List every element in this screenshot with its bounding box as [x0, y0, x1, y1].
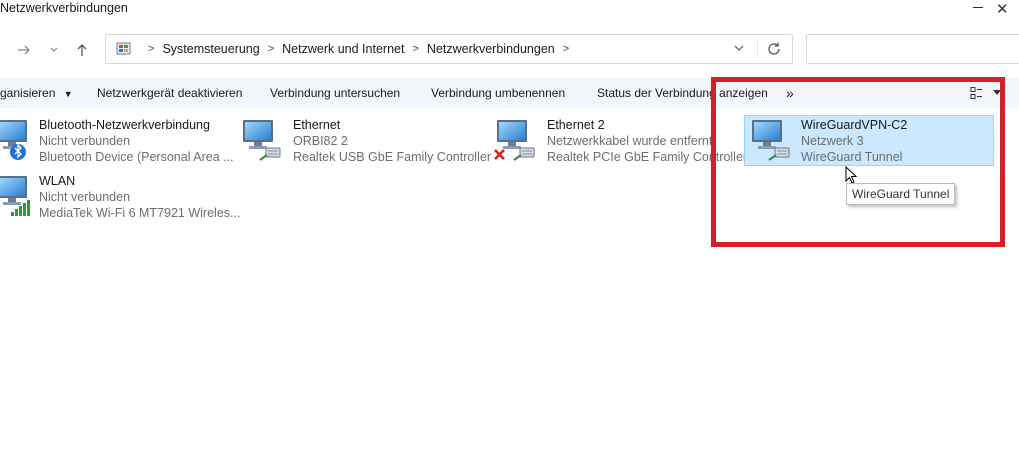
search-input[interactable] [806, 34, 1019, 64]
connection-name: Bluetooth-Netzwerkverbindung [39, 118, 210, 132]
highlight-annotation-box [711, 77, 1005, 247]
network-connection-icon [243, 120, 282, 162]
connection-name: Ethernet [293, 118, 341, 132]
connection-device: MediaTek Wi-Fi 6 MT7921 Wireles... [39, 206, 241, 220]
tooltip: WireGuard Tunnel [846, 183, 956, 205]
forward-icon[interactable] [12, 38, 36, 62]
organize-menu[interactable]: ganisieren ▼ [0, 78, 73, 108]
network-disconnected-icon [494, 120, 536, 162]
disable-device-button[interactable]: Netzwerkgerät deaktivieren [97, 78, 242, 108]
connection-name: Ethernet 2 [547, 118, 605, 132]
breadcrumb-chevron-icon[interactable]: > [148, 43, 154, 55]
address-bar[interactable]: > Systemsteuerung > Netzwerk und Interne… [105, 34, 793, 64]
address-divider [757, 40, 758, 58]
breadcrumb-chevron-icon[interactable]: > [268, 43, 274, 55]
breadcrumb-systemsteuerung[interactable]: Systemsteuerung [162, 42, 259, 56]
diagnose-connection-button[interactable]: Verbindung untersuchen [270, 78, 400, 108]
rename-connection-button[interactable]: Verbindung umbenennen [431, 78, 565, 108]
connection-device: Bluetooth Device (Personal Area ... [39, 150, 234, 164]
up-arrow-icon[interactable] [70, 38, 94, 62]
refresh-icon[interactable] [765, 40, 783, 58]
minimize-icon[interactable] [968, 0, 988, 16]
breadcrumb-chevron-icon[interactable]: > [563, 43, 569, 55]
connection-status: ORBI82 2 [293, 134, 348, 148]
connection-name: WLAN [39, 174, 76, 188]
connection-status: Nicht verbunden [39, 134, 131, 148]
recent-locations-icon[interactable] [42, 38, 66, 62]
control-panel-icon [116, 41, 132, 57]
breadcrumb-netzwerkverbindungen[interactable]: Netzwerkverbindungen [427, 42, 555, 56]
connection-status: Nicht verbunden [39, 190, 131, 204]
address-history-dropdown-icon[interactable] [732, 41, 746, 55]
network-connection-icon [0, 120, 27, 160]
chevron-down-icon: ▼ [63, 89, 73, 99]
organize-label: ganisieren [0, 86, 56, 100]
breadcrumb-chevron-icon[interactable]: > [412, 43, 418, 55]
connection-device: Realtek USB GbE Family Controller [293, 150, 491, 164]
close-icon[interactable]: ✕ [996, 0, 1009, 18]
connection-status: Netzwerkkabel wurde entfernt [547, 134, 713, 148]
window-title: Netzwerkverbindungen [0, 1, 128, 15]
wifi-connection-icon [0, 176, 30, 216]
breadcrumb-netzwerk-und-internet[interactable]: Netzwerk und Internet [282, 42, 404, 56]
